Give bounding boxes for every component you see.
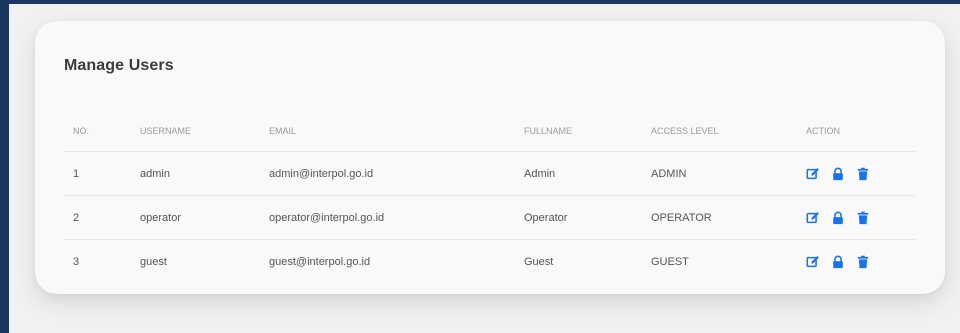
cell-actions [797, 240, 915, 284]
cell-fullname: Operator [515, 195, 642, 240]
trash-icon[interactable] [856, 211, 870, 225]
edit-icon[interactable] [806, 167, 820, 181]
card-title: Manage Users [64, 57, 174, 74]
manage-users-card: Manage Users NO. USERNAME EMAIL FULLNAME… [35, 21, 945, 294]
edit-icon[interactable] [806, 211, 820, 225]
header-fullname: FULLNAME [515, 111, 642, 152]
cell-username: guest [140, 255, 167, 268]
row-actions [806, 167, 915, 181]
row-actions [806, 211, 915, 225]
cell-username: admin [131, 151, 260, 196]
content-area: Manage Users NO. USERNAME EMAIL FULLNAME… [9, 4, 960, 333]
cell-username: operator [131, 195, 260, 240]
table-row: 3 guest guest@interpol.go.id Guest GUEST [64, 240, 915, 284]
table-row: 2 operator operator@interpol.go.id Opera… [64, 195, 915, 240]
header-access-level: ACCESS LEVEL [642, 111, 797, 152]
cell-email: guest@interpol.go.id [269, 255, 371, 268]
row-actions [806, 255, 915, 269]
lock-icon[interactable] [831, 167, 845, 181]
header-action: ACTION [797, 111, 915, 152]
cell-fullname: Admin [515, 151, 642, 196]
cell-access-level: GUEST [651, 255, 689, 268]
lock-icon[interactable] [831, 211, 845, 225]
header-email: EMAIL [260, 111, 515, 152]
users-table: NO. USERNAME EMAIL FULLNAME ACCESS LEVEL… [64, 111, 915, 283]
cell-access-level: OPERATOR [642, 195, 797, 240]
trash-icon[interactable] [856, 167, 870, 181]
cell-no: 1 [64, 151, 131, 196]
cell-actions [797, 151, 915, 196]
header-no: NO. [64, 111, 131, 152]
cell-email: admin@interpol.go.id [260, 151, 515, 196]
lock-icon[interactable] [831, 255, 845, 269]
cell-actions [797, 195, 915, 240]
trash-icon[interactable] [856, 255, 870, 269]
cell-email: operator@interpol.go.id [260, 195, 515, 240]
table-row: 1 admin admin@interpol.go.id Admin ADMIN [64, 151, 915, 196]
table-header-row: NO. USERNAME EMAIL FULLNAME ACCESS LEVEL… [64, 111, 915, 152]
header-username: USERNAME [131, 111, 260, 152]
edit-icon[interactable] [806, 255, 820, 269]
cell-no: 2 [64, 195, 131, 240]
cell-access-level: ADMIN [642, 151, 797, 196]
cell-fullname: Guest [524, 255, 554, 268]
cell-no: 3 [73, 255, 80, 268]
